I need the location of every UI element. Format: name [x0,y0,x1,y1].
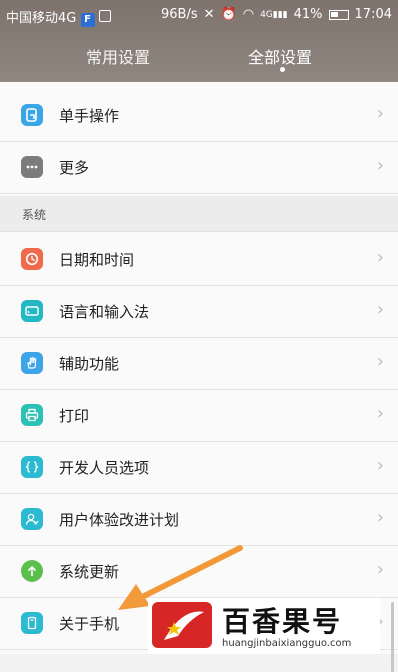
wifi-icon: ◠ [242,7,255,22]
setting-label: 用户体验改进计划 [59,511,180,529]
chevron-right-icon: › [376,559,384,580]
signal-icon: 4G▮▮▮ [260,9,288,20]
settings-list: 单手操作 › 更多 › 系统 日期和时间 › 语言和输入法 › 辅助功能 › 打… [0,82,398,672]
setting-item-language-input[interactable]: 语言和输入法 › [0,286,398,338]
setting-item-system-update[interactable]: 系统更新 › [0,546,398,598]
setting-item-accessibility[interactable]: 辅助功能 › [0,338,398,390]
section-header-system: 系统 [0,196,398,232]
carrier-text: 中国移动4G [6,11,77,26]
setting-label: 语言和输入法 [59,303,150,321]
setting-item-one-hand[interactable]: 单手操作 › [0,90,398,142]
hand-icon [21,352,43,374]
setting-label: 关于手机 [59,615,120,633]
setting-item-date-time[interactable]: 日期和时间 › [0,234,398,286]
tab-common-settings[interactable]: 常用设置 [86,44,150,68]
setting-item-user-experience[interactable]: 用户体验改进计划 › [0,494,398,546]
battery-percent: 41% [293,7,323,22]
watermark-title: 百香果号 [222,605,343,638]
network-type: 4G [260,9,273,20]
tab-all-settings[interactable]: 全部设置 [248,44,312,68]
header: 中国移动4G F 96B/s ✕ ⏰ ◠ 4G▮▮▮ 41% 17:04 常用设… [0,0,398,82]
chevron-right-icon: › [376,403,384,424]
tab-bar: 常用设置 全部设置 [0,40,398,80]
setting-label: 日期和时间 [59,251,135,269]
network-speed: 96B/s [161,7,198,22]
update-arrow-icon [21,560,43,582]
setting-label: 开发人员选项 [59,459,150,477]
chevron-right-icon: › [376,299,384,320]
clock-time: 17:04 [354,7,392,22]
setting-label: 辅助功能 [59,355,120,373]
setting-label: 单手操作 [59,107,120,125]
setting-item-print[interactable]: 打印 › [0,390,398,442]
watermark-url: huangjinbaixiangguo.com [222,638,352,649]
setting-label: 更多 [59,159,90,177]
watermark: 百香果号 huangjinbaixiangguo.com [148,598,380,654]
mute-icon: ✕ [203,7,215,22]
gallery-icon [98,10,111,22]
carrier-label: 中国移动4G F [6,7,111,27]
printer-icon [21,404,43,426]
alarm-icon: ⏰ [220,7,237,22]
one-hand-icon [21,104,43,126]
more-dots-icon [21,156,43,178]
status-right: 96B/s ✕ ⏰ ◠ 4G▮▮▮ 41% 17:04 [161,7,392,22]
setting-item-more[interactable]: 更多 › [0,142,398,194]
app-f-icon: F [80,13,95,27]
keyboard-icon [21,300,43,322]
setting-label: 系统更新 [59,563,120,581]
code-braces-icon [21,456,43,478]
clock-icon [21,248,43,270]
setting-label: 打印 [59,407,90,425]
chevron-right-icon: › [376,351,384,372]
scrollbar[interactable] [391,602,394,672]
phone-icon [21,612,43,634]
user-experience-icon [21,508,43,530]
watermark-logo-icon [152,602,212,648]
chevron-right-icon: › [376,455,384,476]
chevron-right-icon: › [376,507,384,528]
active-tab-indicator [280,67,285,72]
section-title: 系统 [22,208,47,222]
chevron-right-icon: › [376,247,384,268]
battery-icon [328,9,349,20]
chevron-right-icon: › [376,103,384,124]
status-bar: 中国移动4G F 96B/s ✕ ⏰ ◠ 4G▮▮▮ 41% 17:04 [0,0,398,30]
setting-item-developer-options[interactable]: 开发人员选项 › [0,442,398,494]
chevron-right-icon: › [376,155,384,176]
